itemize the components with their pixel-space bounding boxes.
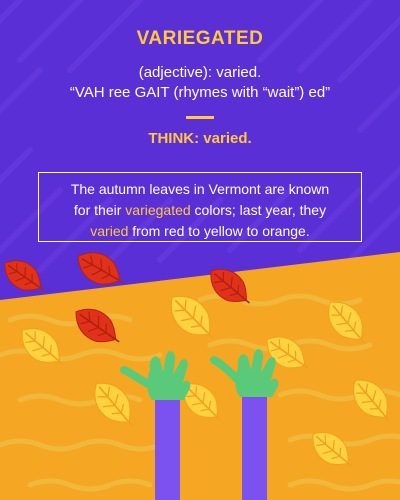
vocab-word: VARIEGATED (136, 28, 264, 49)
example-line-3-end: from red to yellow to orange. (128, 223, 310, 239)
part-of-speech-definition: (adjective): varied. (138, 64, 262, 81)
example-line-2-start: for their (73, 202, 126, 218)
highlight-variegated: variegated (125, 202, 191, 218)
example-sentence: The autumn leaves in Vermont are known f… (43, 179, 357, 242)
leaf-icon (0, 251, 52, 302)
pronunciation: “VAH ree GAIT (rhymes with “wait”) ed” (69, 84, 331, 101)
example-sentence-box: The autumn leaves in Vermont are known f… (38, 172, 362, 242)
example-line-2-end: colors; last year, they (190, 202, 327, 218)
vocab-card: VARIEGATED (adjective): varied. “VAH ree… (0, 0, 400, 500)
divider (186, 116, 214, 119)
think-hint: THINK: varied. (148, 130, 252, 147)
example-line-1: The autumn leaves in Vermont are known (70, 181, 330, 197)
highlight-varied: varied (90, 223, 129, 239)
